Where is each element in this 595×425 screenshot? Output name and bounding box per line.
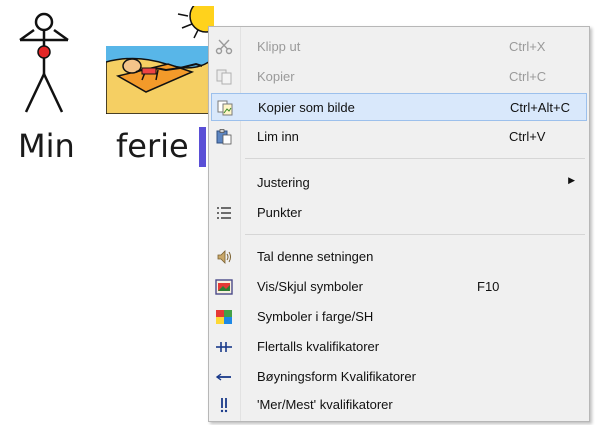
menu-item-label: 'Mer/Mest' kvalifikatorer: [257, 397, 393, 412]
menu-item-label: Flertalls kvalifikatorer: [257, 339, 380, 354]
menu-item-shortcut: Ctrl+V: [509, 129, 546, 144]
menu-item-shortcut: F10: [477, 279, 500, 294]
menu-item-copy-as-image[interactable]: Kopier som bilde Ctrl+Alt+C: [211, 93, 587, 121]
context-menu: Klipp ut Ctrl+X Kopier Ctrl+C Kopier som…: [208, 26, 590, 422]
word-ferie: ferie: [116, 127, 189, 165]
menu-item-label: Kopier som bilde: [258, 100, 355, 115]
menu-item-speak-sentence[interactable]: Tal denne setningen: [211, 243, 587, 271]
menu-item-bullets[interactable]: Punkter: [211, 199, 587, 227]
color-symbols-icon: [216, 310, 232, 324]
menu-item-alignment[interactable]: Justering ▶: [211, 169, 587, 197]
scissors-icon: [215, 39, 233, 55]
menu-item-label: Punkter: [257, 205, 302, 220]
menu-item-show-hide-symbols[interactable]: Vis/Skjul symboler F10: [211, 273, 587, 301]
menu-item-cut[interactable]: Klipp ut Ctrl+X: [211, 33, 587, 61]
menu-item-copy[interactable]: Kopier Ctrl+C: [211, 63, 587, 91]
menu-item-comparative-qualifiers[interactable]: 'Mer/Mest' kvalifikatorer: [211, 391, 587, 419]
menu-item-shortcut: Ctrl+X: [509, 39, 546, 54]
person-symbol: [19, 12, 69, 113]
copy-as-image-icon: [217, 100, 233, 116]
menu-item-label: Bøyningsform Kvalifikatorer: [257, 369, 416, 384]
menu-item-plural-qualifiers[interactable]: Flertalls kvalifikatorer: [211, 333, 587, 361]
menu-item-inflection-qualifiers[interactable]: Bøyningsform Kvalifikatorer: [211, 363, 587, 391]
paste-icon: [216, 129, 232, 145]
word-min: Min: [18, 127, 75, 165]
comparative-qualifier-icon: [220, 398, 228, 413]
show-hide-symbols-icon: [215, 279, 233, 295]
menu-separator: [245, 158, 585, 159]
plural-qualifier-icon: [216, 342, 232, 352]
menu-separator: [245, 234, 585, 235]
menu-item-label: Tal denne setningen: [257, 249, 374, 264]
menu-item-label: Symboler i farge/SH: [257, 309, 374, 324]
menu-item-label: Lim inn: [257, 129, 299, 144]
menu-item-label: Justering: [257, 175, 310, 190]
inflection-qualifier-icon: [215, 373, 231, 381]
menu-item-label: Vis/Skjul symboler: [257, 279, 363, 294]
menu-item-label: Kopier: [257, 69, 295, 84]
menu-item-color-symbols[interactable]: Symboler i farge/SH: [211, 303, 587, 331]
menu-item-paste[interactable]: Lim inn Ctrl+V: [211, 123, 587, 151]
speaker-icon: [217, 250, 231, 264]
menu-item-label: Klipp ut: [257, 39, 301, 54]
bullets-icon: [217, 207, 231, 219]
submenu-arrow-icon: ▶: [568, 175, 575, 185]
copy-icon: [216, 69, 232, 85]
beach-vacation-symbol: [106, 6, 214, 114]
text-caret: [199, 127, 206, 167]
menu-item-shortcut: Ctrl+C: [509, 69, 547, 84]
menu-item-shortcut: Ctrl+Alt+C: [510, 100, 570, 115]
